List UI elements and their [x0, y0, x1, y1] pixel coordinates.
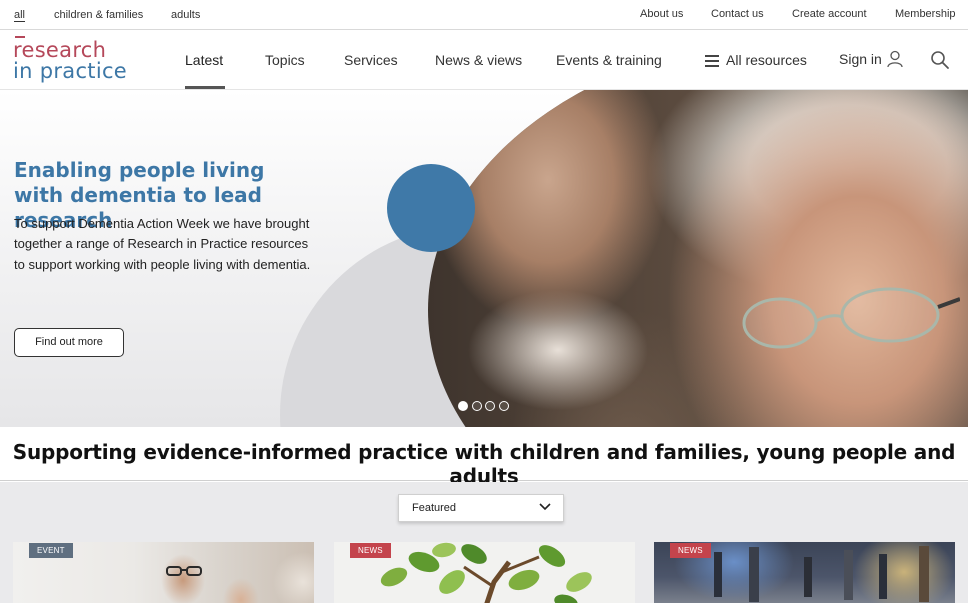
card-badge: NEWS	[350, 543, 391, 558]
user-icon[interactable]	[886, 50, 904, 68]
card-badge: EVENT	[29, 543, 73, 558]
card-badge: NEWS	[670, 543, 711, 558]
nav-active-underline	[185, 86, 225, 89]
carousel-dot-3[interactable]	[485, 401, 495, 411]
nav-services[interactable]: Services	[344, 52, 398, 68]
hamburger-icon[interactable]	[705, 55, 719, 67]
carousel-dot-2[interactable]	[472, 401, 482, 411]
search-icon[interactable]	[930, 50, 950, 70]
carousel-dot-4[interactable]	[499, 401, 509, 411]
hero-photo	[428, 90, 968, 427]
chevron-down-icon	[539, 503, 551, 511]
nav-events-training[interactable]: Events & training	[556, 52, 662, 68]
membership-link[interactable]: Membership	[895, 8, 956, 20]
content-listing: Featured EVENT NEWS NEWS	[0, 482, 968, 603]
site-logo[interactable]: research in practice	[13, 36, 133, 84]
sign-in-link[interactable]: Sign in	[839, 51, 882, 67]
hero-banner: Enabling people living with dementia to …	[0, 90, 968, 427]
content-card-3[interactable]: NEWS	[654, 542, 955, 603]
card-glasses-icon	[166, 566, 202, 576]
audience-all[interactable]: all	[14, 9, 25, 21]
filter-select[interactable]: Featured	[398, 494, 564, 522]
hero-description: To support Dementia Action Week we have …	[14, 216, 311, 272]
carousel-dot-1[interactable]	[458, 401, 468, 411]
contact-us-link[interactable]: Contact us	[711, 8, 764, 20]
content-card-2[interactable]: NEWS	[334, 542, 635, 603]
filter-select-value: Featured	[412, 502, 457, 514]
main-navigation: research in practice Latest Topics Servi…	[0, 30, 968, 90]
find-out-more-button[interactable]: Find out more	[14, 328, 124, 357]
content-card-1[interactable]: EVENT	[13, 542, 314, 603]
hero-decorative-circle	[387, 164, 475, 252]
nav-topics[interactable]: Topics	[265, 52, 305, 68]
utility-bar: all children & families adults About us …	[0, 0, 968, 30]
about-us-link[interactable]: About us	[640, 8, 683, 20]
logo-line-1: research	[13, 38, 107, 62]
nav-news-views[interactable]: News & views	[435, 52, 522, 68]
audience-adults[interactable]: adults	[171, 9, 200, 21]
nav-all-resources[interactable]: All resources	[726, 52, 807, 68]
create-account-link[interactable]: Create account	[792, 8, 867, 20]
nav-latest[interactable]: Latest	[185, 52, 223, 68]
site-tagline: Supporting evidence-informed practice wi…	[0, 427, 968, 488]
hero-photo-glasses	[742, 287, 960, 349]
audience-children-families[interactable]: children & families	[54, 9, 143, 21]
logo-line-2: in practice	[13, 59, 128, 83]
